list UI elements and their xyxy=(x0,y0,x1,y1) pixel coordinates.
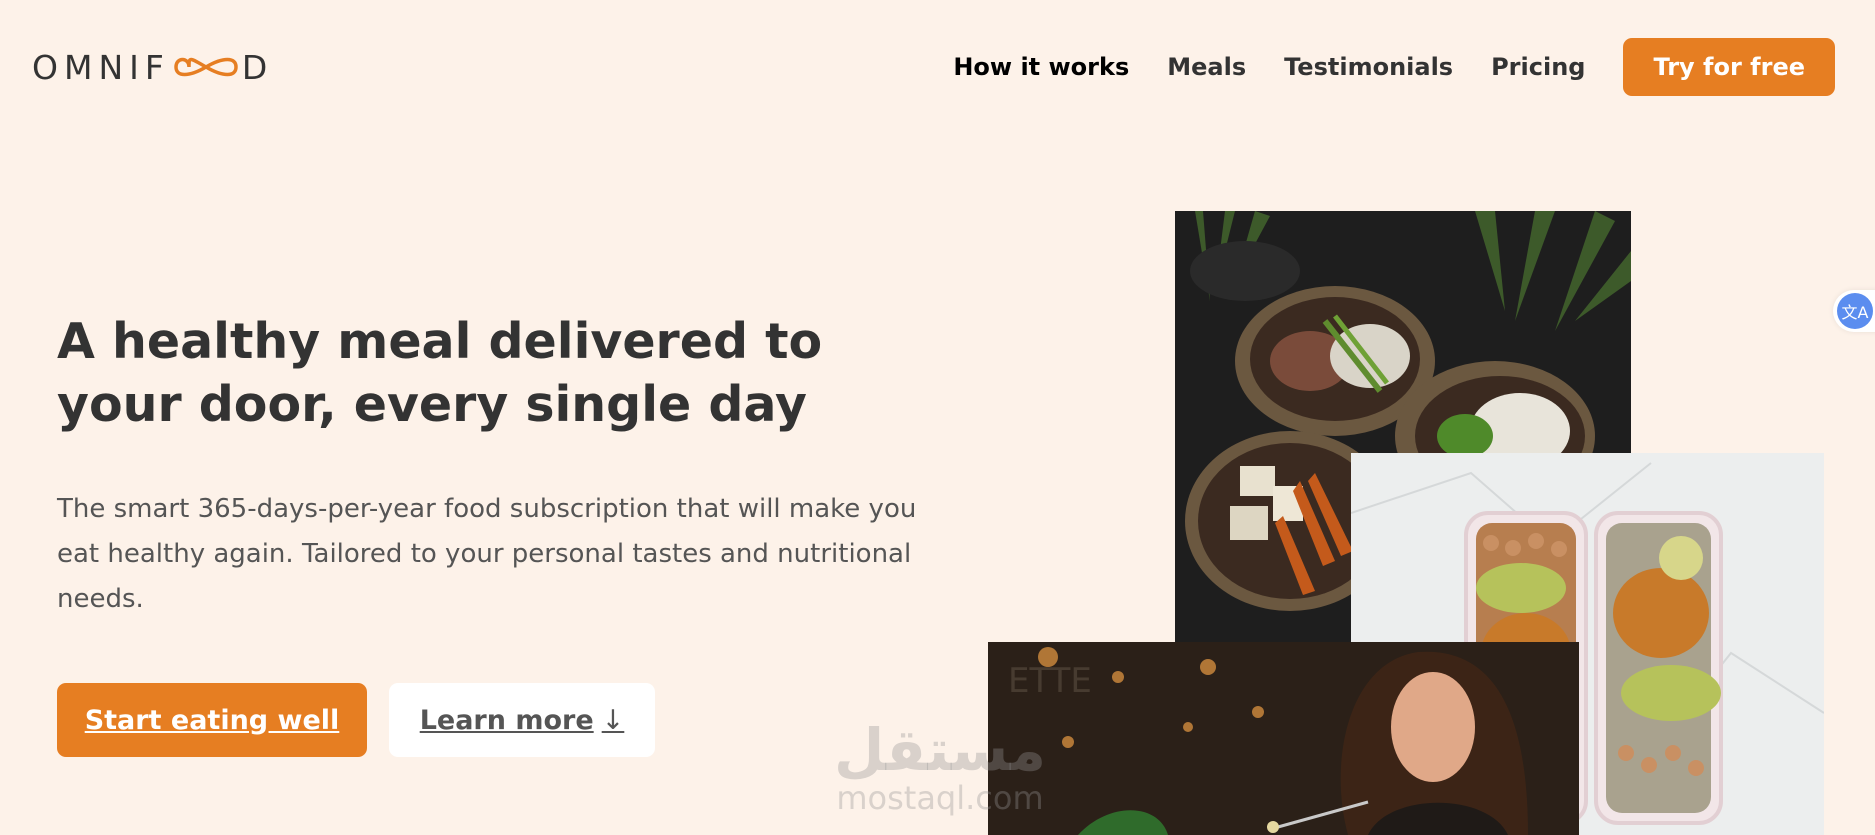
woman-eating-image-icon: ETTE xyxy=(988,642,1579,835)
try-for-free-button[interactable]: Try for free xyxy=(1623,38,1835,96)
nav-link-how-it-works[interactable]: How it works xyxy=(953,53,1129,81)
infinity-logo-icon xyxy=(174,57,238,77)
logo-text-right: D xyxy=(241,47,274,87)
translate-widget[interactable]: 文A xyxy=(1833,290,1875,332)
site-header: OMNIF D How it works Meals Testimonials … xyxy=(0,0,1875,135)
logo-text-left: OMNIF xyxy=(32,47,170,87)
learn-more-label: Learn more xyxy=(419,704,594,736)
start-eating-well-label: Start eating well xyxy=(84,704,340,736)
omnifood-logo[interactable]: OMNIF D xyxy=(32,47,274,87)
translate-icon: 文A xyxy=(1837,293,1873,329)
start-eating-well-button[interactable]: Start eating well xyxy=(57,683,367,757)
main-nav: How it works Meals Testimonials Pricing … xyxy=(953,36,1835,98)
woman-eating-photo: ETTE xyxy=(988,642,1579,835)
hero-description: The smart 365-days-per-year food subscri… xyxy=(57,494,917,614)
nav-link-meals[interactable]: Meals xyxy=(1167,53,1246,81)
nav-link-testimonials[interactable]: Testimonials xyxy=(1284,53,1453,81)
watermark-arabic: مستقل xyxy=(833,716,1047,784)
learn-more-button[interactable]: Learn more ↓ xyxy=(389,683,655,757)
svg-text:ETTE: ETTE xyxy=(1008,661,1092,701)
mostaql-watermark: مستقل mostaql.com xyxy=(825,720,1055,820)
hero-title: A healthy meal delivered to your door, e… xyxy=(57,313,823,433)
nav-link-pricing[interactable]: Pricing xyxy=(1491,53,1585,81)
watermark-domain: mostaql.com xyxy=(836,779,1044,817)
arrow-down-icon: ↓ xyxy=(601,704,625,736)
